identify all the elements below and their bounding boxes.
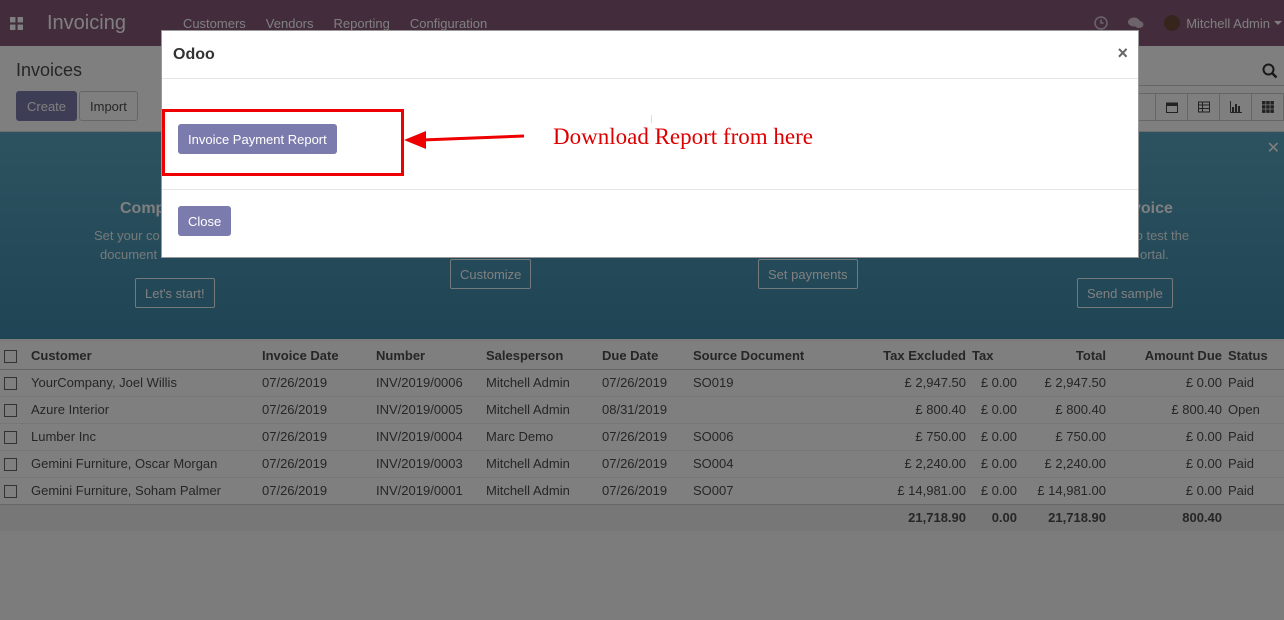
modal-header: Odoo × <box>162 31 1138 79</box>
divider <box>651 115 652 123</box>
close-icon[interactable]: × <box>1117 43 1128 64</box>
modal-title: Odoo <box>173 46 215 63</box>
annotation-text: Download Report from here <box>553 124 813 149</box>
invoice-payment-report-button[interactable]: Invoice Payment Report <box>178 124 337 154</box>
close-button[interactable]: Close <box>178 206 232 236</box>
annotation-arrow-icon <box>404 131 525 149</box>
report-dialog: Odoo × Invoice Payment Report Download R… <box>161 30 1139 258</box>
modal-body: Invoice Payment Report Download Report f… <box>162 79 1138 190</box>
